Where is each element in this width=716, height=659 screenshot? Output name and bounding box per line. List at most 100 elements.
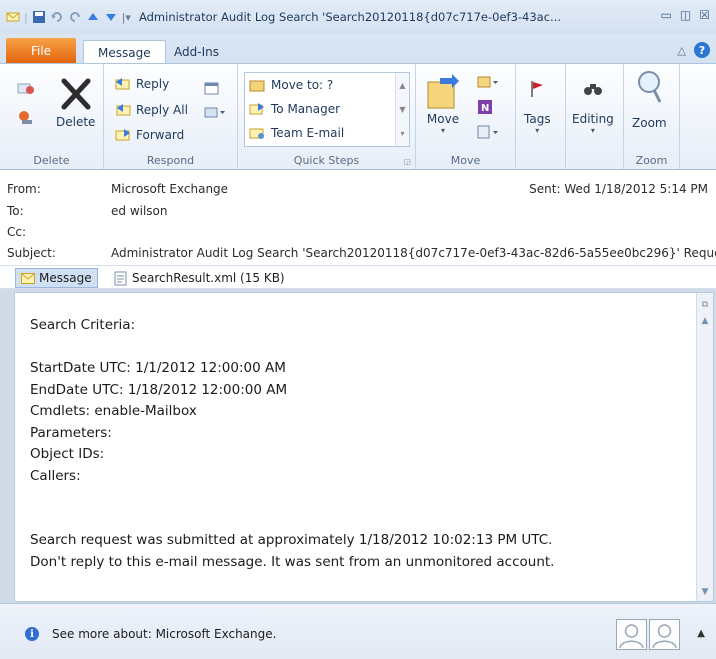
attachment-bar: Message SearchResult.xml (15 KB) [0, 265, 716, 289]
ignore-icon[interactable] [16, 78, 36, 96]
body-line: Search request was submitted at approxim… [30, 532, 553, 548]
message-text: Search Criteria: StartDate UTC: 1/1/2012… [30, 315, 680, 573]
down-arrow-icon[interactable] [104, 10, 118, 24]
rules-icon[interactable] [476, 74, 500, 90]
reply-all-label: Reply All [136, 103, 188, 117]
group-label-respond: Respond [146, 154, 195, 167]
team-email-icon [249, 128, 264, 139]
scroll-up-icon[interactable]: ▲ [399, 81, 405, 90]
delete-button[interactable]: Delete [56, 78, 95, 129]
meeting-icon[interactable] [204, 80, 220, 96]
zoom-button[interactable]: Zoom [632, 70, 667, 130]
more-respond-icon[interactable] [204, 104, 226, 120]
ribbon-tabs: File Message Add-Ins △ ? [0, 34, 716, 64]
mail-icon[interactable] [6, 10, 20, 24]
quick-step-label: Team E-mail [271, 126, 345, 140]
customize-qat-icon[interactable]: |▾ [122, 11, 131, 24]
more-icon[interactable]: ▾ [400, 129, 404, 138]
subject-label: Subject: [7, 246, 56, 260]
undo-icon[interactable] [50, 10, 64, 24]
scroll-up-icon[interactable]: ▲ [699, 315, 711, 327]
body-line: Cmdlets: enable-Mailbox [30, 403, 197, 419]
group-zoom: Zoom Zoom [624, 64, 680, 169]
cleanup-icon[interactable] [16, 108, 38, 126]
up-arrow-icon[interactable] [86, 10, 100, 24]
avatar[interactable] [616, 619, 647, 650]
group-respond: Reply Reply All Forward Respond [104, 64, 238, 169]
reply-button[interactable]: Reply [114, 76, 169, 92]
from-value[interactable]: Microsoft Exchange [111, 182, 228, 196]
quick-step-team-email[interactable]: Team E-mail [249, 125, 344, 141]
message-body[interactable]: Search Criteria: StartDate UTC: 1/1/2012… [14, 292, 714, 602]
people-pane: i See more about: Microsoft Exchange. ▲ [0, 603, 716, 659]
quick-steps-scroll[interactable]: ▲ ▼ ▾ [395, 73, 409, 146]
group-move: Move ▾ N Move [416, 64, 516, 169]
maximize-icon[interactable]: ◫ [680, 8, 691, 22]
envelope-icon [21, 272, 35, 284]
tags-button[interactable]: Tags ▾ [524, 78, 551, 135]
magnifier-icon [638, 71, 662, 103]
tab-message[interactable]: Message [83, 40, 166, 64]
person-icon [619, 624, 644, 649]
attachment-item[interactable]: SearchResult.xml (15 KB) [114, 268, 285, 288]
binoculars-icon [583, 84, 602, 95]
to-value[interactable]: ed wilson [111, 204, 168, 218]
xml-file-icon [114, 271, 127, 285]
quick-step-move-to[interactable]: Move to: ? [249, 77, 333, 93]
info-icon: i [25, 627, 39, 641]
body-blank [30, 487, 680, 509]
close-icon[interactable]: ☒ [699, 8, 710, 22]
dropdown-icon: ▾ [440, 126, 445, 135]
body-line: Callers: [30, 467, 81, 484]
help-icon[interactable]: ? [694, 42, 710, 58]
move-button[interactable]: Move ▾ [426, 72, 460, 135]
redo-icon[interactable] [68, 10, 82, 24]
quick-step-to-manager[interactable]: To Manager [249, 101, 340, 117]
reply-all-button[interactable]: Reply All [114, 102, 188, 118]
expand-people-pane-icon[interactable]: ▲ [697, 628, 705, 639]
group-delete: Delete Delete [0, 64, 104, 169]
body-line: StartDate UTC: 1/1/2012 12:00:00 AM [30, 360, 286, 376]
quick-step-label: To Manager [271, 102, 341, 116]
sent-value: Sent: Wed 1/18/2012 5:14 PM [529, 182, 708, 196]
group-label-delete: Delete [33, 154, 70, 167]
message-tab[interactable]: Message [15, 268, 98, 288]
scroll-down-icon[interactable]: ▼ [699, 586, 711, 598]
dropdown-icon: ▾ [535, 126, 540, 135]
actions-icon[interactable] [476, 124, 500, 140]
quick-access-toolbar: | |▾ [6, 10, 131, 24]
dialog-launcher-icon[interactable]: ◲ [403, 157, 411, 166]
tab-add-ins[interactable]: Add-Ins [160, 40, 233, 64]
forward-button[interactable]: Forward [114, 127, 184, 143]
reply-icon [115, 78, 130, 90]
quick-steps-gallery: Move to: ? To Manager Team E-mail ▲ ▼ ▾ [244, 72, 410, 147]
tags-label: Tags [524, 112, 551, 126]
minimize-ribbon-icon[interactable]: △ [678, 44, 686, 57]
tab-file[interactable]: File [6, 38, 76, 63]
forward-label: Forward [136, 128, 185, 142]
zoom-label: Zoom [632, 116, 667, 130]
window-title: Administrator Audit Log Search 'Search20… [138, 10, 562, 24]
move-folder-icon [427, 74, 459, 109]
person-icon [652, 624, 677, 649]
body-line: Search Criteria: [30, 317, 136, 333]
delete-icon [61, 78, 91, 110]
group-label-quick-steps: Quick Steps [293, 154, 360, 167]
scroll-down-icon[interactable]: ▼ [399, 105, 405, 114]
attachment-label: SearchResult.xml (15 KB) [132, 271, 285, 285]
body-line: EndDate UTC: 1/18/2012 12:00:00 AM [30, 381, 288, 398]
dropdown-icon: ▾ [590, 126, 595, 135]
move-label: Move [426, 112, 460, 126]
group-editing: Editing ▾ [566, 64, 624, 169]
people-pane-text[interactable]: See more about: Microsoft Exchange. [52, 627, 276, 641]
group-tags: Tags ▾ [516, 64, 566, 169]
forward-icon [115, 129, 130, 141]
to-label: To: [7, 204, 24, 218]
vertical-scrollbar[interactable]: ⧉ ▲ ▼ [696, 293, 713, 601]
avatar[interactable] [649, 619, 680, 650]
editing-button[interactable]: Editing ▾ [572, 78, 614, 135]
save-icon[interactable] [32, 10, 46, 24]
minimize-icon[interactable]: ▭ [661, 8, 672, 22]
onenote-icon[interactable]: N [476, 98, 494, 116]
pin-icon[interactable]: ⧉ [699, 299, 711, 311]
